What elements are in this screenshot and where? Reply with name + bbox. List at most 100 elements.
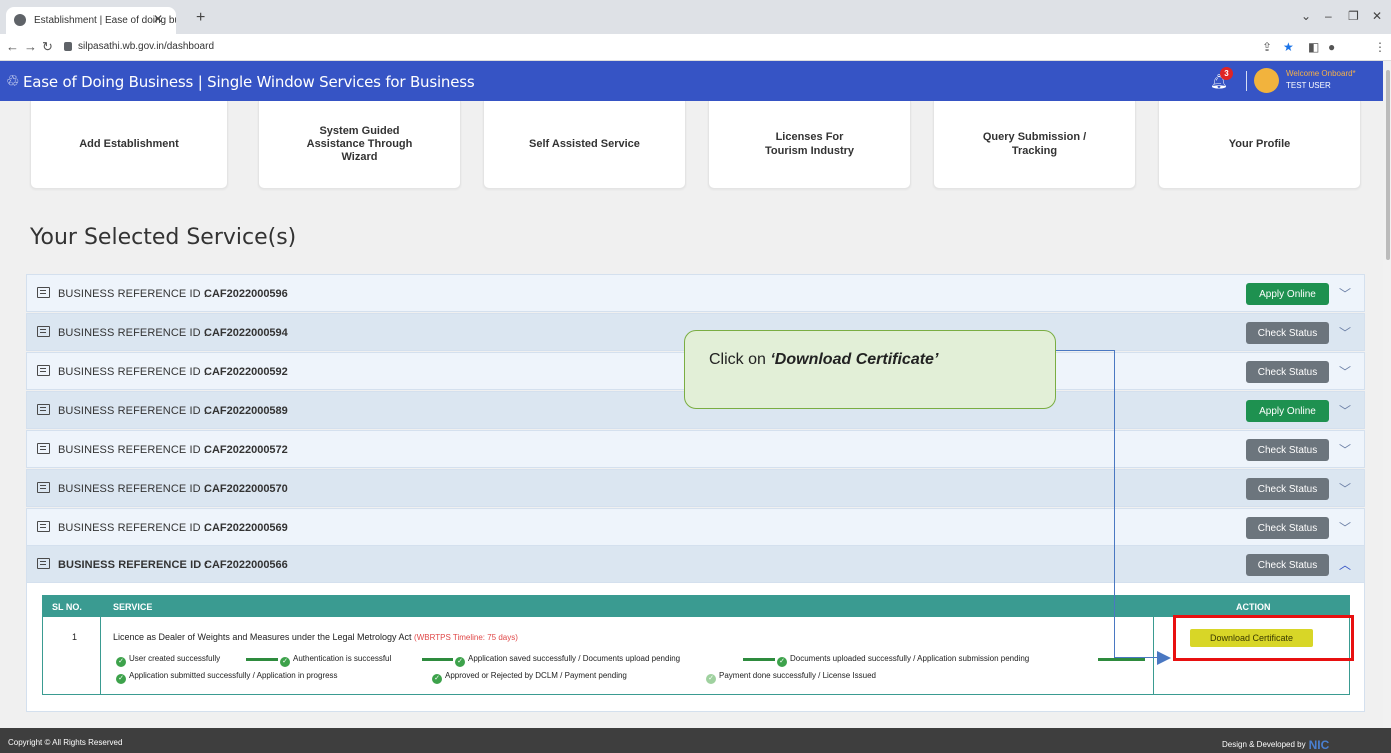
- check-status-button[interactable]: Check Status: [1246, 554, 1329, 576]
- check-circle-icon: ✓: [116, 674, 126, 684]
- close-icon[interactable]: ✕: [153, 12, 163, 26]
- close-window-icon[interactable]: ✕: [1372, 9, 1382, 23]
- chevron-up-icon[interactable]: ︿: [1339, 556, 1351, 573]
- instruction-callout: Click on ‘Download Certificate’: [684, 330, 1056, 409]
- chevron-down-icon[interactable]: ﹀: [1339, 480, 1351, 497]
- check-status-button[interactable]: Check Status: [1246, 361, 1329, 383]
- check-circle-icon: ✓: [280, 657, 290, 667]
- app-title: Ease of Doing Business | Single Window S…: [23, 73, 475, 91]
- scrollbar-thumb[interactable]: [1386, 70, 1390, 260]
- footer-credit: Design & Developed by NIC: [1222, 738, 1330, 752]
- check-status-button[interactable]: Check Status: [1246, 517, 1329, 539]
- card-licenses-tourism[interactable]: Licenses For Tourism Industry: [708, 101, 911, 189]
- card-query-submission[interactable]: Query Submission / Tracking: [933, 101, 1136, 189]
- status-step: ✓ Authentication is successful: [280, 654, 391, 667]
- menu-kebab-icon[interactable]: ⋮: [1374, 40, 1386, 54]
- chevron-down-icon[interactable]: ﹀: [1339, 519, 1351, 536]
- restore-icon[interactable]: ❐: [1348, 9, 1359, 23]
- url-field[interactable]: silpasathi.wb.gov.in/dashboard: [78, 41, 214, 52]
- app-header: ♲ Ease of Doing Business | Single Window…: [0, 61, 1383, 101]
- chevron-down-icon[interactable]: ﹀: [1339, 324, 1351, 341]
- lock-icon: [64, 42, 72, 51]
- check-circle-icon: ✓: [455, 657, 465, 667]
- check-status-button[interactable]: Check Status: [1246, 439, 1329, 461]
- status-step: ✓ User created successfully: [116, 654, 220, 667]
- header-sl: SL NO.: [52, 602, 82, 612]
- timeline-text: (WBRTPS Timeline: 75 days): [414, 633, 518, 642]
- column-divider: [100, 617, 101, 694]
- chevron-down-icon[interactable]: ﹀: [1339, 441, 1351, 458]
- status-step: ✓ Payment done successfully / License Iss…: [706, 671, 876, 684]
- check-circle-icon: ✓: [777, 657, 787, 667]
- business-row[interactable]: BUSINESS REFERENCE ID : CAF2022000572 Ch…: [26, 430, 1365, 468]
- list-icon: [37, 326, 50, 337]
- footer: Copyright © All Rights Reserved Design &…: [0, 728, 1391, 753]
- list-icon: [37, 287, 50, 298]
- forward-icon[interactable]: →: [24, 39, 37, 54]
- back-icon[interactable]: ←: [6, 39, 19, 54]
- progress-connector: [743, 658, 775, 661]
- minimize-icon[interactable]: –: [1325, 9, 1332, 23]
- business-row[interactable]: BUSINESS REFERENCE ID : CAF2022000570 Ch…: [26, 469, 1365, 507]
- chevron-down-icon[interactable]: ﹀: [1339, 402, 1351, 419]
- status-step: ✓ Application saved successfully / Docume…: [455, 654, 680, 667]
- arrow-head-icon: [1157, 651, 1171, 665]
- connector-line: [1114, 657, 1159, 658]
- header-action: ACTION: [1236, 602, 1271, 612]
- check-circle-icon: ✓: [116, 657, 126, 667]
- row-sl: 1: [72, 632, 78, 642]
- new-tab-icon[interactable]: +: [196, 9, 205, 27]
- list-icon: [37, 482, 50, 493]
- highlight-box: [1173, 615, 1354, 661]
- browser-tab-bar: Establishment | Ease of doing bu ✕ + ⌄ –…: [0, 0, 1391, 34]
- share-icon[interactable]: ⇪: [1262, 40, 1272, 54]
- list-icon: [37, 365, 50, 376]
- welcome-text[interactable]: Welcome Onboard*: [1286, 69, 1356, 78]
- username[interactable]: TEST USER: [1286, 81, 1331, 90]
- list-icon: [37, 404, 50, 415]
- check-status-button[interactable]: Check Status: [1246, 322, 1329, 344]
- copyright-text: Copyright © All Rights Reserved: [8, 738, 123, 747]
- chevron-down-icon[interactable]: ﹀: [1339, 285, 1351, 302]
- avatar[interactable]: [1254, 68, 1279, 93]
- section-title: Your Selected Service(s): [30, 225, 297, 250]
- header-divider: [1246, 71, 1247, 91]
- service-title: Licence as Dealer of Weights and Measure…: [113, 632, 518, 642]
- apply-online-button[interactable]: Apply Online: [1246, 400, 1329, 422]
- reload-icon[interactable]: ↻: [42, 39, 53, 55]
- list-icon: [37, 443, 50, 454]
- status-step: ✓ Approved or Rejected by DCLM / Payment …: [432, 671, 627, 684]
- chevron-down-icon[interactable]: ﹀: [1339, 363, 1351, 380]
- business-row[interactable]: BUSINESS REFERENCE ID : CAF2022000596 Ap…: [26, 274, 1365, 312]
- progress-connector: [1098, 658, 1145, 661]
- chevron-down-icon[interactable]: ⌄: [1301, 9, 1311, 23]
- sidepanel-icon[interactable]: ◧: [1308, 40, 1319, 54]
- check-status-button[interactable]: Check Status: [1246, 478, 1329, 500]
- pending-circle-icon: ✓: [706, 674, 716, 684]
- progress-connector: [422, 658, 453, 661]
- check-circle-icon: ✓: [432, 674, 442, 684]
- bookmark-star-icon[interactable]: ★: [1283, 40, 1294, 54]
- column-divider: [1153, 617, 1154, 694]
- list-icon: [37, 558, 50, 569]
- business-row-expanded[interactable]: BUSINESS REFERENCE ID : CAF2022000566 Ch…: [26, 545, 1365, 583]
- business-row[interactable]: BUSINESS REFERENCE ID : CAF2022000569 Ch…: [26, 508, 1365, 546]
- connector-line: [1114, 350, 1115, 658]
- card-self-assisted-service[interactable]: Self Assisted Service: [483, 101, 686, 189]
- list-icon: [37, 521, 50, 532]
- address-bar: ← → ↻ silpasathi.wb.gov.in/dashboard ⇪ ★…: [0, 34, 1391, 61]
- logo-icon: ♲: [6, 73, 20, 90]
- card-your-profile[interactable]: Your Profile: [1158, 101, 1361, 189]
- card-system-guided-assistance[interactable]: System Guided Assistance Through Wizard: [258, 101, 461, 189]
- progress-connector: [246, 658, 278, 661]
- status-step: ✓ Documents uploaded successfully / Appli…: [777, 654, 1029, 667]
- profile-icon[interactable]: ●: [1328, 40, 1335, 54]
- notification-badge[interactable]: 3: [1220, 67, 1233, 80]
- globe-icon: [14, 14, 26, 26]
- card-add-establishment[interactable]: Add Establishment: [30, 101, 228, 189]
- browser-tab[interactable]: Establishment | Ease of doing bu ✕: [6, 7, 176, 34]
- header-service: SERVICE: [113, 602, 153, 612]
- table-header: SL NO. SERVICE ACTION: [42, 595, 1350, 617]
- connector-line: [1056, 350, 1115, 351]
- apply-online-button[interactable]: Apply Online: [1246, 283, 1329, 305]
